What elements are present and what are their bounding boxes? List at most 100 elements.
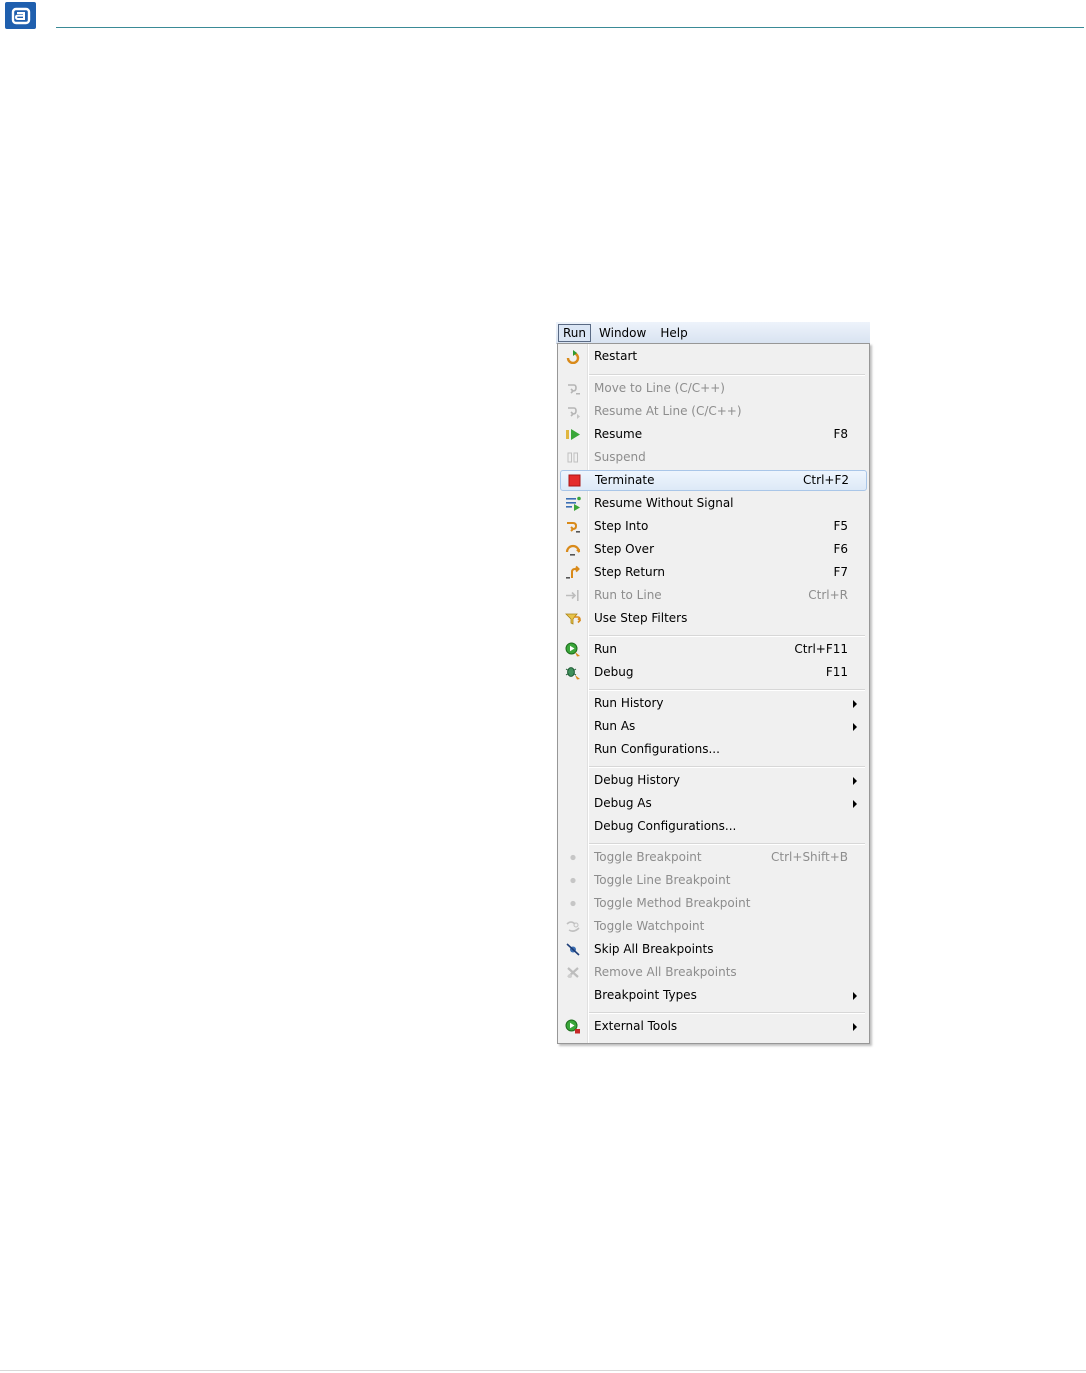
menu-item-label: Debug bbox=[594, 665, 634, 679]
menu-separator bbox=[589, 766, 865, 768]
footer-rule bbox=[0, 1370, 1086, 1371]
menu-item-debug-configurations[interactable]: Debug Configurations... bbox=[560, 816, 865, 837]
menu-item-shortcut: Ctrl+Shift+B bbox=[771, 850, 848, 864]
resume-icon bbox=[565, 427, 581, 442]
menu-item-suspend[interactable]: Suspend bbox=[560, 447, 865, 468]
menubar-item-help[interactable]: Help bbox=[654, 324, 693, 342]
submenu-arrow-icon bbox=[853, 700, 857, 708]
menubar-item-window[interactable]: Window bbox=[593, 324, 652, 342]
breakpoint-dot-icon bbox=[565, 896, 581, 911]
menu-separator bbox=[589, 689, 865, 691]
menu-item-shortcut: Ctrl+F11 bbox=[794, 642, 848, 656]
submenu-arrow-icon bbox=[853, 1023, 857, 1031]
menu-item-step-return[interactable]: Step Return F7 bbox=[560, 562, 865, 583]
menu-item-toggle-method-breakpoint[interactable]: Toggle Method Breakpoint bbox=[560, 893, 865, 914]
debug-icon bbox=[565, 665, 581, 680]
menu-item-label: Step Return bbox=[594, 565, 665, 579]
menu-separator bbox=[589, 374, 865, 376]
menu-item-toggle-breakpoint[interactable]: Toggle Breakpoint Ctrl+Shift+B bbox=[560, 847, 865, 868]
breakpoint-dot-icon bbox=[565, 873, 581, 888]
logo-icon bbox=[5, 2, 36, 29]
menubar: Run Window Help bbox=[556, 322, 870, 344]
menu-item-debug[interactable]: Debug F11 bbox=[560, 662, 865, 683]
menu-item-label: Skip All Breakpoints bbox=[594, 942, 714, 956]
menu-item-remove-all-breakpoints[interactable]: Remove All Breakpoints bbox=[560, 962, 865, 983]
remove-breakpoints-icon bbox=[565, 965, 581, 980]
menu-item-external-tools[interactable]: External Tools bbox=[560, 1016, 865, 1037]
menu-item-label: Run History bbox=[594, 696, 664, 710]
menu-item-shortcut: F7 bbox=[833, 565, 848, 579]
menu-item-label: Toggle Method Breakpoint bbox=[594, 896, 751, 910]
menu-item-restart[interactable]: Restart bbox=[560, 346, 865, 367]
menu-item-run-configurations[interactable]: Run Configurations... bbox=[560, 739, 865, 760]
menu-item-label: Toggle Watchpoint bbox=[594, 919, 705, 933]
header-rule bbox=[56, 27, 1084, 28]
skip-breakpoints-icon bbox=[565, 942, 581, 957]
menu-item-label: Debug As bbox=[594, 796, 652, 810]
menu-item-move-to-line[interactable]: Move to Line (C/C++) bbox=[560, 378, 865, 399]
menu-item-resume[interactable]: Resume F8 bbox=[560, 424, 865, 445]
menu-item-label: Run bbox=[594, 642, 618, 656]
menu-item-shortcut: F11 bbox=[825, 665, 848, 679]
menu-item-label: External Tools bbox=[594, 1019, 678, 1033]
run-dropdown-menu: Restart Move to Line (C/C++) Resume At L… bbox=[557, 343, 870, 1044]
menu-item-label: Debug Configurations... bbox=[594, 819, 737, 833]
menu-item-label: Terminate bbox=[595, 473, 655, 487]
run-menu-screenshot: Run Window Help Restart Move to Line (C/… bbox=[556, 322, 870, 1044]
menu-item-step-into[interactable]: Step Into F5 bbox=[560, 516, 865, 537]
menu-item-run-as[interactable]: Run As bbox=[560, 716, 865, 737]
menu-item-toggle-line-breakpoint[interactable]: Toggle Line Breakpoint bbox=[560, 870, 865, 891]
menu-item-debug-as[interactable]: Debug As bbox=[560, 793, 865, 814]
menu-item-label: Toggle Line Breakpoint bbox=[594, 873, 731, 887]
menu-item-shortcut: Ctrl+F2 bbox=[803, 473, 849, 487]
watchpoint-icon bbox=[565, 919, 581, 934]
menu-item-label: Use Step Filters bbox=[594, 611, 688, 625]
menu-item-label: Step Into bbox=[594, 519, 649, 533]
menu-item-resume-without-signal[interactable]: Resume Without Signal bbox=[560, 493, 865, 514]
menu-item-label: Run to Line bbox=[594, 588, 662, 602]
menu-item-label: Run Configurations... bbox=[594, 742, 720, 756]
menu-item-skip-all-breakpoints[interactable]: Skip All Breakpoints bbox=[560, 939, 865, 960]
submenu-arrow-icon bbox=[853, 800, 857, 808]
menu-item-use-step-filters[interactable]: Use Step Filters bbox=[560, 608, 865, 629]
submenu-arrow-icon bbox=[853, 723, 857, 731]
menu-item-label: Debug History bbox=[594, 773, 680, 787]
menu-item-label: Resume Without Signal bbox=[594, 496, 734, 510]
menu-item-shortcut: Ctrl+R bbox=[808, 588, 848, 602]
restart-icon bbox=[565, 349, 581, 365]
menu-separator bbox=[589, 1012, 865, 1014]
move-to-line-icon bbox=[565, 381, 581, 396]
resume-without-signal-icon bbox=[565, 496, 581, 511]
menu-item-label: Toggle Breakpoint bbox=[594, 850, 702, 864]
menu-item-debug-history[interactable]: Debug History bbox=[560, 770, 865, 791]
menu-item-label: Restart bbox=[594, 349, 638, 363]
menu-item-step-over[interactable]: Step Over F6 bbox=[560, 539, 865, 560]
step-return-icon bbox=[565, 565, 581, 580]
menu-item-label: Run As bbox=[594, 719, 636, 733]
menu-item-breakpoint-types[interactable]: Breakpoint Types bbox=[560, 985, 865, 1006]
menubar-item-run[interactable]: Run bbox=[558, 323, 592, 342]
step-over-icon bbox=[565, 542, 581, 557]
resume-at-line-icon bbox=[565, 404, 581, 419]
menu-item-toggle-watchpoint[interactable]: Toggle Watchpoint bbox=[560, 916, 865, 937]
menu-item-shortcut: F8 bbox=[833, 427, 848, 441]
terminate-icon bbox=[566, 473, 582, 488]
step-into-icon bbox=[565, 519, 581, 534]
menu-item-run-to-line[interactable]: Run to Line Ctrl+R bbox=[560, 585, 865, 606]
menu-item-label: Move to Line (C/C++) bbox=[594, 381, 725, 395]
menu-item-label: Resume bbox=[594, 427, 643, 441]
menu-item-label: Step Over bbox=[594, 542, 654, 556]
menu-item-label: Suspend bbox=[594, 450, 646, 464]
menu-item-resume-at-line[interactable]: Resume At Line (C/C++) bbox=[560, 401, 865, 422]
menu-separator bbox=[589, 635, 865, 637]
submenu-arrow-icon bbox=[853, 777, 857, 785]
menu-item-terminate[interactable]: Terminate Ctrl+F2 bbox=[560, 470, 867, 491]
menu-item-label: Resume At Line (C/C++) bbox=[594, 404, 742, 418]
menu-item-shortcut: F6 bbox=[833, 542, 848, 556]
run-to-line-icon bbox=[565, 588, 581, 603]
menu-separator bbox=[589, 843, 865, 845]
breakpoint-dot-icon bbox=[565, 850, 581, 865]
menu-item-run[interactable]: Run Ctrl+F11 bbox=[560, 639, 865, 660]
menu-item-run-history[interactable]: Run History bbox=[560, 693, 865, 714]
menu-item-label: Remove All Breakpoints bbox=[594, 965, 737, 979]
